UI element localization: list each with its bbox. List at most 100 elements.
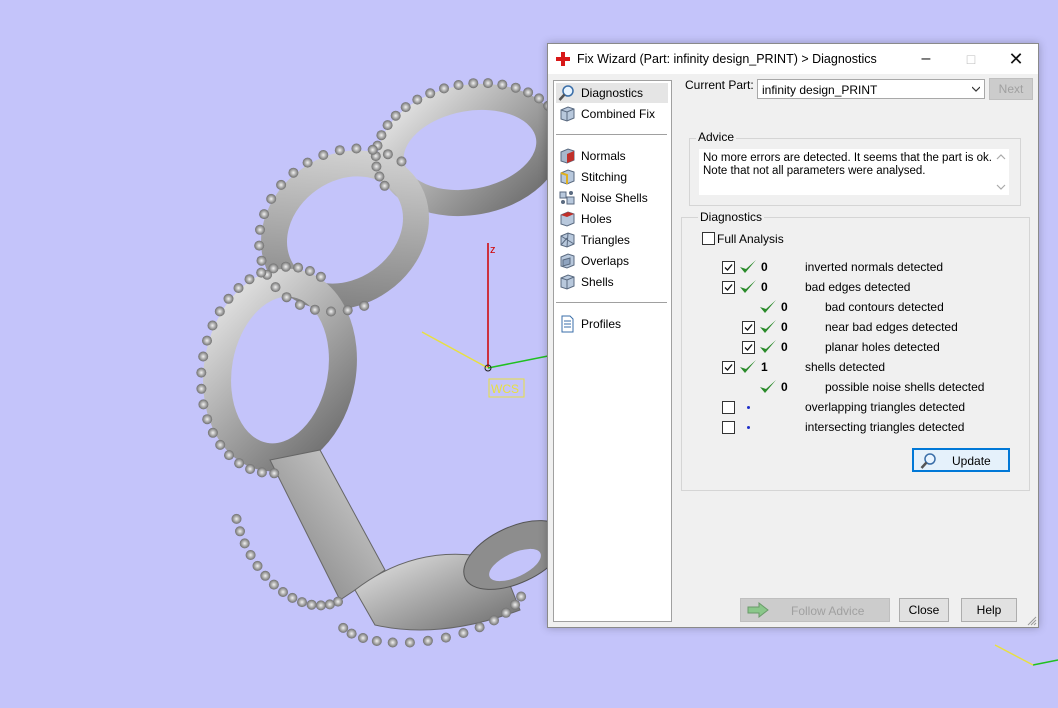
- nav-label-stitching: Stitching: [581, 170, 628, 184]
- nav-item-profiles[interactable]: Profiles: [556, 314, 668, 334]
- update-button[interactable]: Update: [912, 448, 1010, 472]
- bead: [510, 599, 521, 610]
- bead: [287, 592, 298, 603]
- bead: [202, 414, 213, 425]
- minimize-button[interactable]: –: [903, 44, 949, 74]
- bead: [293, 262, 304, 273]
- nav-item-combined-fix[interactable]: Combined Fix: [556, 104, 668, 124]
- bead: [376, 130, 387, 141]
- fix-wizard-dialog: Fix Wizard (Part: infinity design_PRINT)…: [547, 43, 1039, 628]
- bead: [207, 427, 218, 438]
- normals-cube-icon: [560, 148, 575, 164]
- bead: [382, 120, 393, 131]
- advice-textbox[interactable]: No more errors are detected. It seems th…: [699, 149, 1009, 195]
- bead: [440, 632, 451, 643]
- bead: [214, 306, 225, 317]
- diagnostic-label: overlapping triangles detected: [805, 400, 966, 414]
- red-cross-icon: [556, 52, 570, 66]
- nav-item-normals[interactable]: Normals: [556, 146, 668, 166]
- bead: [396, 156, 407, 167]
- diagnostic-checkbox[interactable]: [742, 321, 755, 334]
- bead: [474, 622, 485, 633]
- advice-scrollbar[interactable]: [993, 149, 1009, 195]
- bead: [371, 636, 382, 646]
- bead: [358, 633, 368, 643]
- bead: [207, 320, 218, 331]
- nav-label-normals: Normals: [581, 149, 626, 163]
- bead: [367, 144, 378, 155]
- diagnostic-checkbox[interactable]: [722, 261, 735, 274]
- bead: [280, 261, 291, 272]
- bead: [224, 450, 234, 461]
- bead: [489, 615, 499, 626]
- diagnostic-count: 0: [781, 320, 788, 334]
- next-button[interactable]: Next: [989, 78, 1033, 100]
- nav-label-noise-shells: Noise Shells: [581, 191, 648, 205]
- nav-item-triangles[interactable]: Triangles: [556, 230, 668, 250]
- bead: [404, 637, 415, 648]
- update-button-label: Update: [952, 454, 991, 468]
- bead: [196, 367, 207, 378]
- close-window-button[interactable]: ✕: [993, 44, 1039, 74]
- pending-dot-icon: [747, 406, 750, 409]
- holes-cube-icon: [560, 211, 575, 227]
- nav-divider: [556, 302, 667, 303]
- help-button[interactable]: Help: [961, 598, 1017, 622]
- window-title: Fix Wizard (Part: infinity design_PRINT)…: [577, 52, 877, 66]
- diagnostic-count: 0: [781, 300, 788, 314]
- bead: [256, 467, 267, 478]
- diagnostic-label: inverted normals detected: [805, 260, 944, 274]
- resize-grip-icon[interactable]: [1027, 616, 1037, 626]
- bead: [256, 255, 267, 266]
- full-analysis-checkbox[interactable]: [702, 232, 715, 245]
- bead: [468, 78, 479, 89]
- diagnostic-checkbox[interactable]: [722, 281, 735, 294]
- diagnostic-count: 0: [761, 280, 768, 294]
- diagnostic-count: 1: [761, 360, 768, 374]
- nav-item-holes[interactable]: Holes: [556, 209, 668, 229]
- bead: [516, 591, 527, 602]
- bead: [245, 464, 256, 474]
- nav-item-noise-shells[interactable]: Noise Shells: [556, 188, 668, 208]
- bead: [202, 335, 212, 346]
- bead: [266, 193, 277, 204]
- diagnostic-checkbox[interactable]: [722, 361, 735, 374]
- nav-item-overlaps[interactable]: Overlaps: [556, 251, 668, 271]
- bead: [371, 161, 382, 172]
- bead: [324, 599, 335, 610]
- bead: [379, 180, 390, 191]
- maximize-button[interactable]: □: [948, 44, 994, 74]
- overlaps-cube-icon: [560, 253, 575, 269]
- nav-label-holes: Holes: [581, 212, 612, 226]
- diagnostic-checkbox[interactable]: [722, 401, 735, 414]
- current-part-select[interactable]: infinity design_PRINT: [757, 79, 985, 99]
- bead: [412, 94, 423, 105]
- follow-advice-button[interactable]: Follow Advice: [740, 598, 890, 622]
- bead: [483, 78, 493, 89]
- diagnostic-checkbox[interactable]: [742, 341, 755, 354]
- bead: [297, 597, 307, 608]
- noise-shells-icon: [559, 191, 575, 205]
- bead: [223, 293, 234, 304]
- bead: [259, 209, 270, 220]
- nav-item-stitching[interactable]: Stitching: [556, 167, 668, 187]
- bead: [523, 87, 534, 98]
- bead: [233, 283, 244, 293]
- nav-item-diagnostics[interactable]: Diagnostics: [556, 83, 668, 103]
- diagnostic-count: 0: [781, 380, 788, 394]
- triangles-cube-icon: [560, 232, 575, 248]
- title-bar[interactable]: Fix Wizard (Part: infinity design_PRINT)…: [548, 44, 1038, 74]
- close-button[interactable]: Close: [899, 598, 949, 622]
- nav-label-overlaps: Overlaps: [581, 254, 630, 268]
- diagnostic-label: near bad edges detected: [825, 320, 958, 334]
- bead: [453, 80, 464, 90]
- diagnostic-checkbox[interactable]: [722, 421, 735, 434]
- nav-item-shells[interactable]: Shells: [556, 272, 668, 292]
- green-check-icon: [760, 300, 776, 313]
- current-part-value: infinity design_PRINT: [762, 83, 878, 97]
- bead: [387, 637, 398, 648]
- nav-label-combined-fix: Combined Fix: [581, 107, 656, 121]
- advice-line-1: No more errors are detected. It seems th…: [703, 152, 992, 164]
- wizard-nav: Diagnostics Combined Fix Normals Stitchi…: [553, 80, 672, 622]
- stitching-cube-icon: [560, 169, 575, 185]
